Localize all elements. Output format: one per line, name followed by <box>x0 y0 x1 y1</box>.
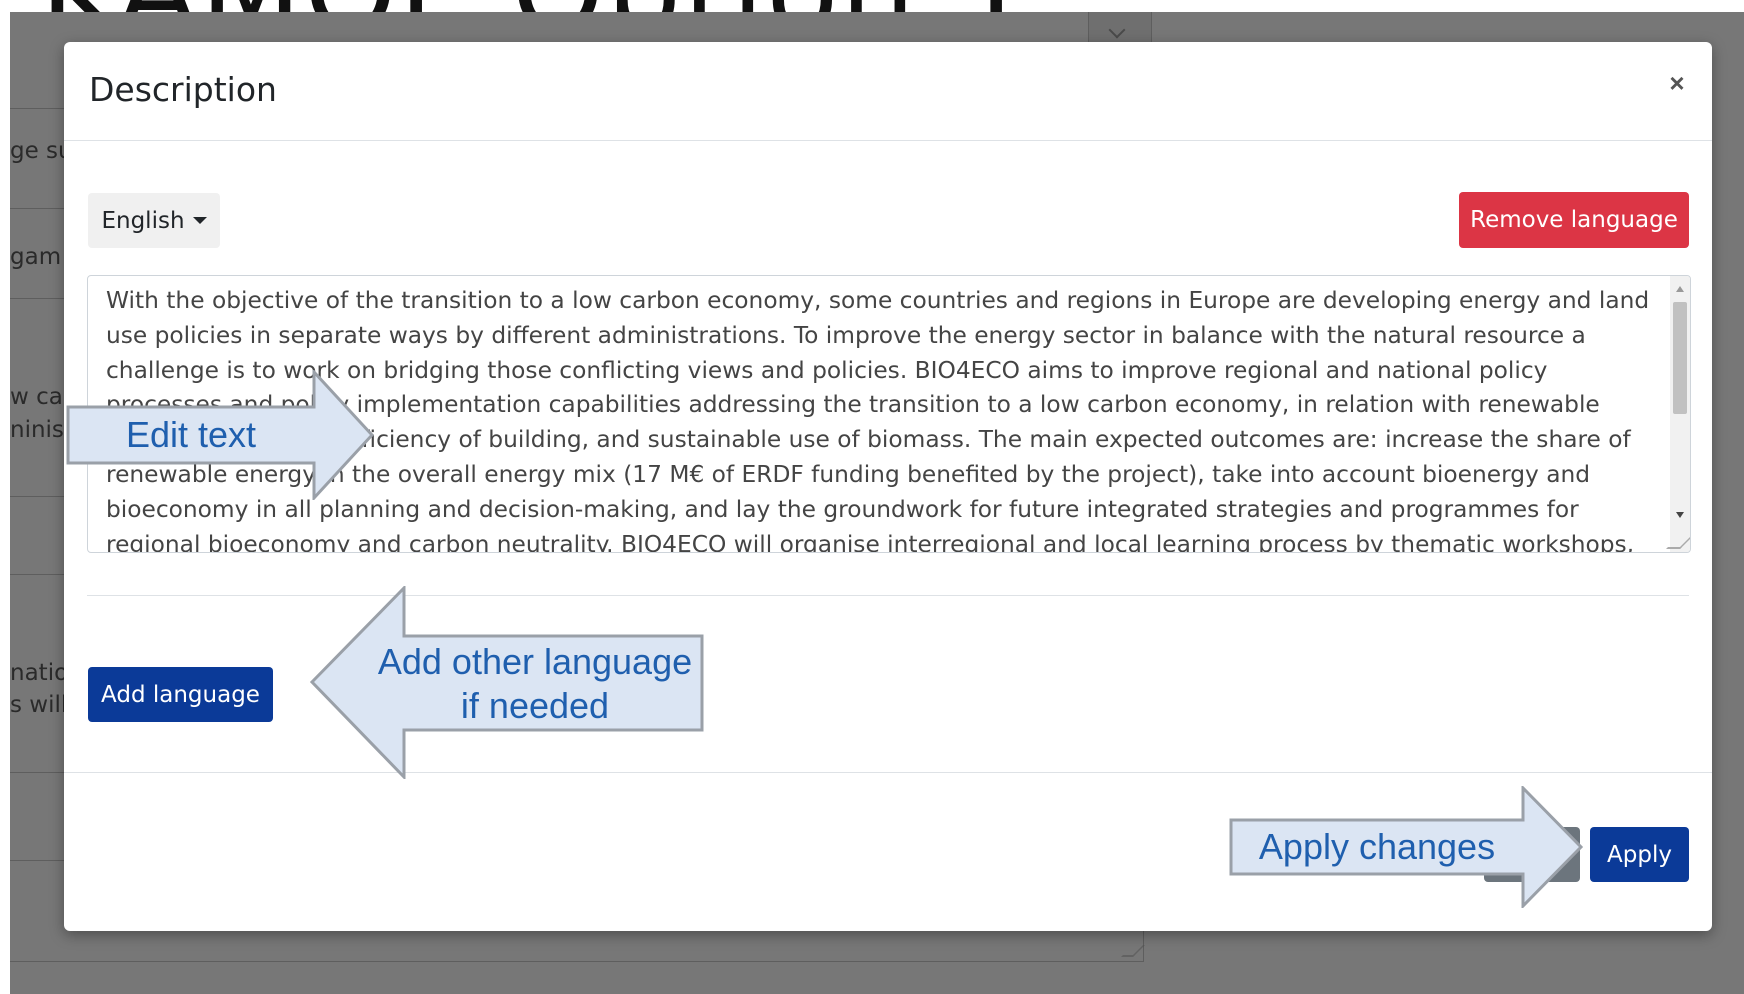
add-language-button[interactable]: Add language <box>88 667 273 722</box>
background-text: ge su <box>10 138 70 164</box>
background-row-divider <box>10 574 70 575</box>
background-text: w ca <box>10 384 63 410</box>
edit-text-label: Edit text <box>125 414 257 455</box>
caret-down-icon <box>192 217 207 224</box>
background-text: ninist <box>10 417 70 443</box>
language-dropdown[interactable]: English <box>88 193 220 248</box>
background-row-divider <box>10 496 70 497</box>
resize-handle-icon <box>1121 945 1145 957</box>
close-button[interactable]: × <box>1660 66 1694 100</box>
scrollbar-thumb[interactable] <box>1673 302 1687 414</box>
scroll-up-icon[interactable] <box>1676 286 1684 292</box>
background-row-divider <box>10 772 70 773</box>
edit-text-callout: Edit text <box>66 370 374 500</box>
remove-language-button[interactable]: Remove language <box>1459 192 1689 248</box>
language-dropdown-label: English <box>101 207 185 234</box>
background-row-divider <box>10 208 70 209</box>
apply-changes-label: Apply changes <box>1258 826 1496 867</box>
background-text: natio <box>10 660 69 686</box>
add-language-label: Add other language if needed <box>377 641 693 726</box>
chevron-down-icon <box>1108 21 1126 39</box>
modal-header: Description × <box>64 42 1712 141</box>
scroll-down-icon[interactable] <box>1676 512 1684 518</box>
background-text: s will <box>10 692 68 718</box>
modal-title: Description <box>89 70 277 109</box>
add-language-callout: Add other language if needed <box>310 586 705 779</box>
apply-changes-callout: Apply changes <box>1229 786 1584 908</box>
apply-button[interactable]: Apply <box>1590 827 1689 882</box>
background-row-divider <box>10 108 70 109</box>
background-text: gam <box>10 244 62 270</box>
textarea-scrollbar[interactable] <box>1670 276 1690 552</box>
background-row-divider <box>10 298 70 299</box>
